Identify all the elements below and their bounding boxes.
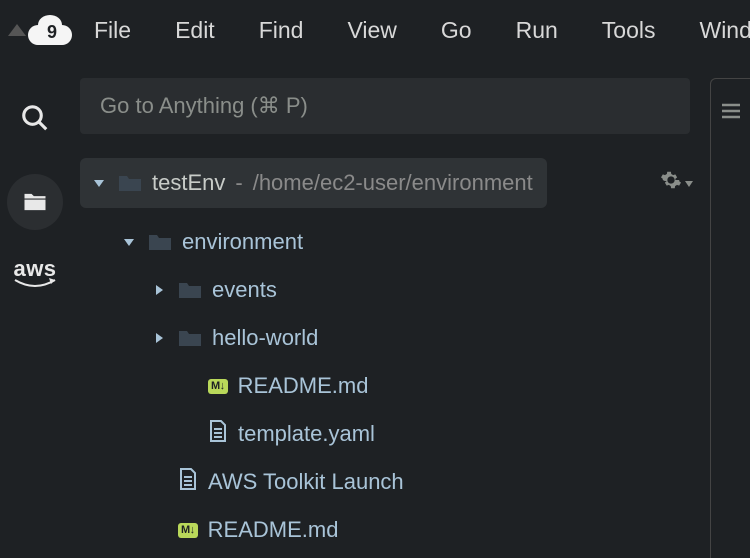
tree-row[interactable]: hello-world: [80, 314, 700, 362]
file-tree-icon[interactable]: [7, 174, 63, 230]
tree-item-label: events: [212, 277, 277, 303]
tree-row[interactable]: AWS Toolkit Launch: [80, 458, 700, 506]
tree-row[interactable]: events: [80, 266, 700, 314]
search-icon[interactable]: [7, 90, 63, 146]
gear-icon: [660, 169, 682, 197]
tree-row[interactable]: M↓ README.md: [80, 506, 700, 554]
menu-tools[interactable]: Tools: [580, 17, 678, 44]
settings-menu[interactable]: [660, 169, 700, 197]
hamburger-icon: [721, 101, 741, 558]
chevron-down-icon: [684, 171, 694, 195]
cloud9-logo-icon[interactable]: 9: [26, 15, 72, 45]
tree-row[interactable]: environment: [80, 218, 700, 266]
chevron-right-icon: [150, 283, 168, 297]
right-panel-collapsed[interactable]: [710, 78, 750, 558]
goto-placeholder: Go to Anything (⌘ P): [100, 93, 308, 119]
explorer-panel: Go to Anything (⌘ P) testEnv - /home/ec2…: [80, 78, 700, 558]
tree-item-label: README.md: [238, 373, 369, 399]
menu-find[interactable]: Find: [237, 17, 326, 44]
aws-icon[interactable]: aws: [7, 258, 63, 292]
folder-icon: [178, 280, 202, 300]
markdown-icon: M↓: [208, 379, 228, 394]
tree-root[interactable]: testEnv - /home/ec2-user/environment: [80, 158, 547, 208]
folder-icon: [178, 328, 202, 348]
folder-icon: [148, 232, 172, 252]
chevron-right-icon: [150, 331, 168, 345]
root-name: testEnv: [152, 170, 225, 196]
chevron-down-icon: [120, 235, 138, 249]
file-tree: environment events hello-world M↓ README.md t…: [80, 218, 700, 554]
tree-item-label: AWS Toolkit Launch: [208, 469, 404, 495]
tree-row[interactable]: M↓ README.md: [80, 362, 700, 410]
tree-item-label: template.yaml: [238, 421, 375, 447]
menu-file[interactable]: File: [72, 17, 153, 44]
markdown-icon: M↓: [178, 523, 198, 538]
file-icon: [178, 467, 198, 497]
tree-row[interactable]: template.yaml: [80, 410, 700, 458]
goto-input[interactable]: Go to Anything (⌘ P): [80, 78, 690, 134]
menu-edit[interactable]: Edit: [153, 17, 237, 44]
svg-text:9: 9: [47, 22, 57, 42]
menu-view[interactable]: View: [325, 17, 418, 44]
menu-window[interactable]: Window: [677, 17, 750, 44]
menu-go[interactable]: Go: [419, 17, 494, 44]
folder-icon: [118, 173, 142, 193]
file-icon: [208, 419, 228, 449]
tree-item-label: README.md: [208, 517, 339, 543]
root-path: /home/ec2-user/environment: [253, 170, 533, 196]
collapse-icon[interactable]: [8, 24, 26, 36]
tree-item-label: hello-world: [212, 325, 318, 351]
menubar: 9 File Edit Find View Go Run Tools Windo…: [0, 0, 750, 60]
chevron-down-icon: [90, 176, 108, 190]
left-rail: aws: [0, 60, 70, 558]
tree-item-label: environment: [182, 229, 303, 255]
root-separator: -: [235, 170, 242, 196]
menu-run[interactable]: Run: [494, 17, 580, 44]
